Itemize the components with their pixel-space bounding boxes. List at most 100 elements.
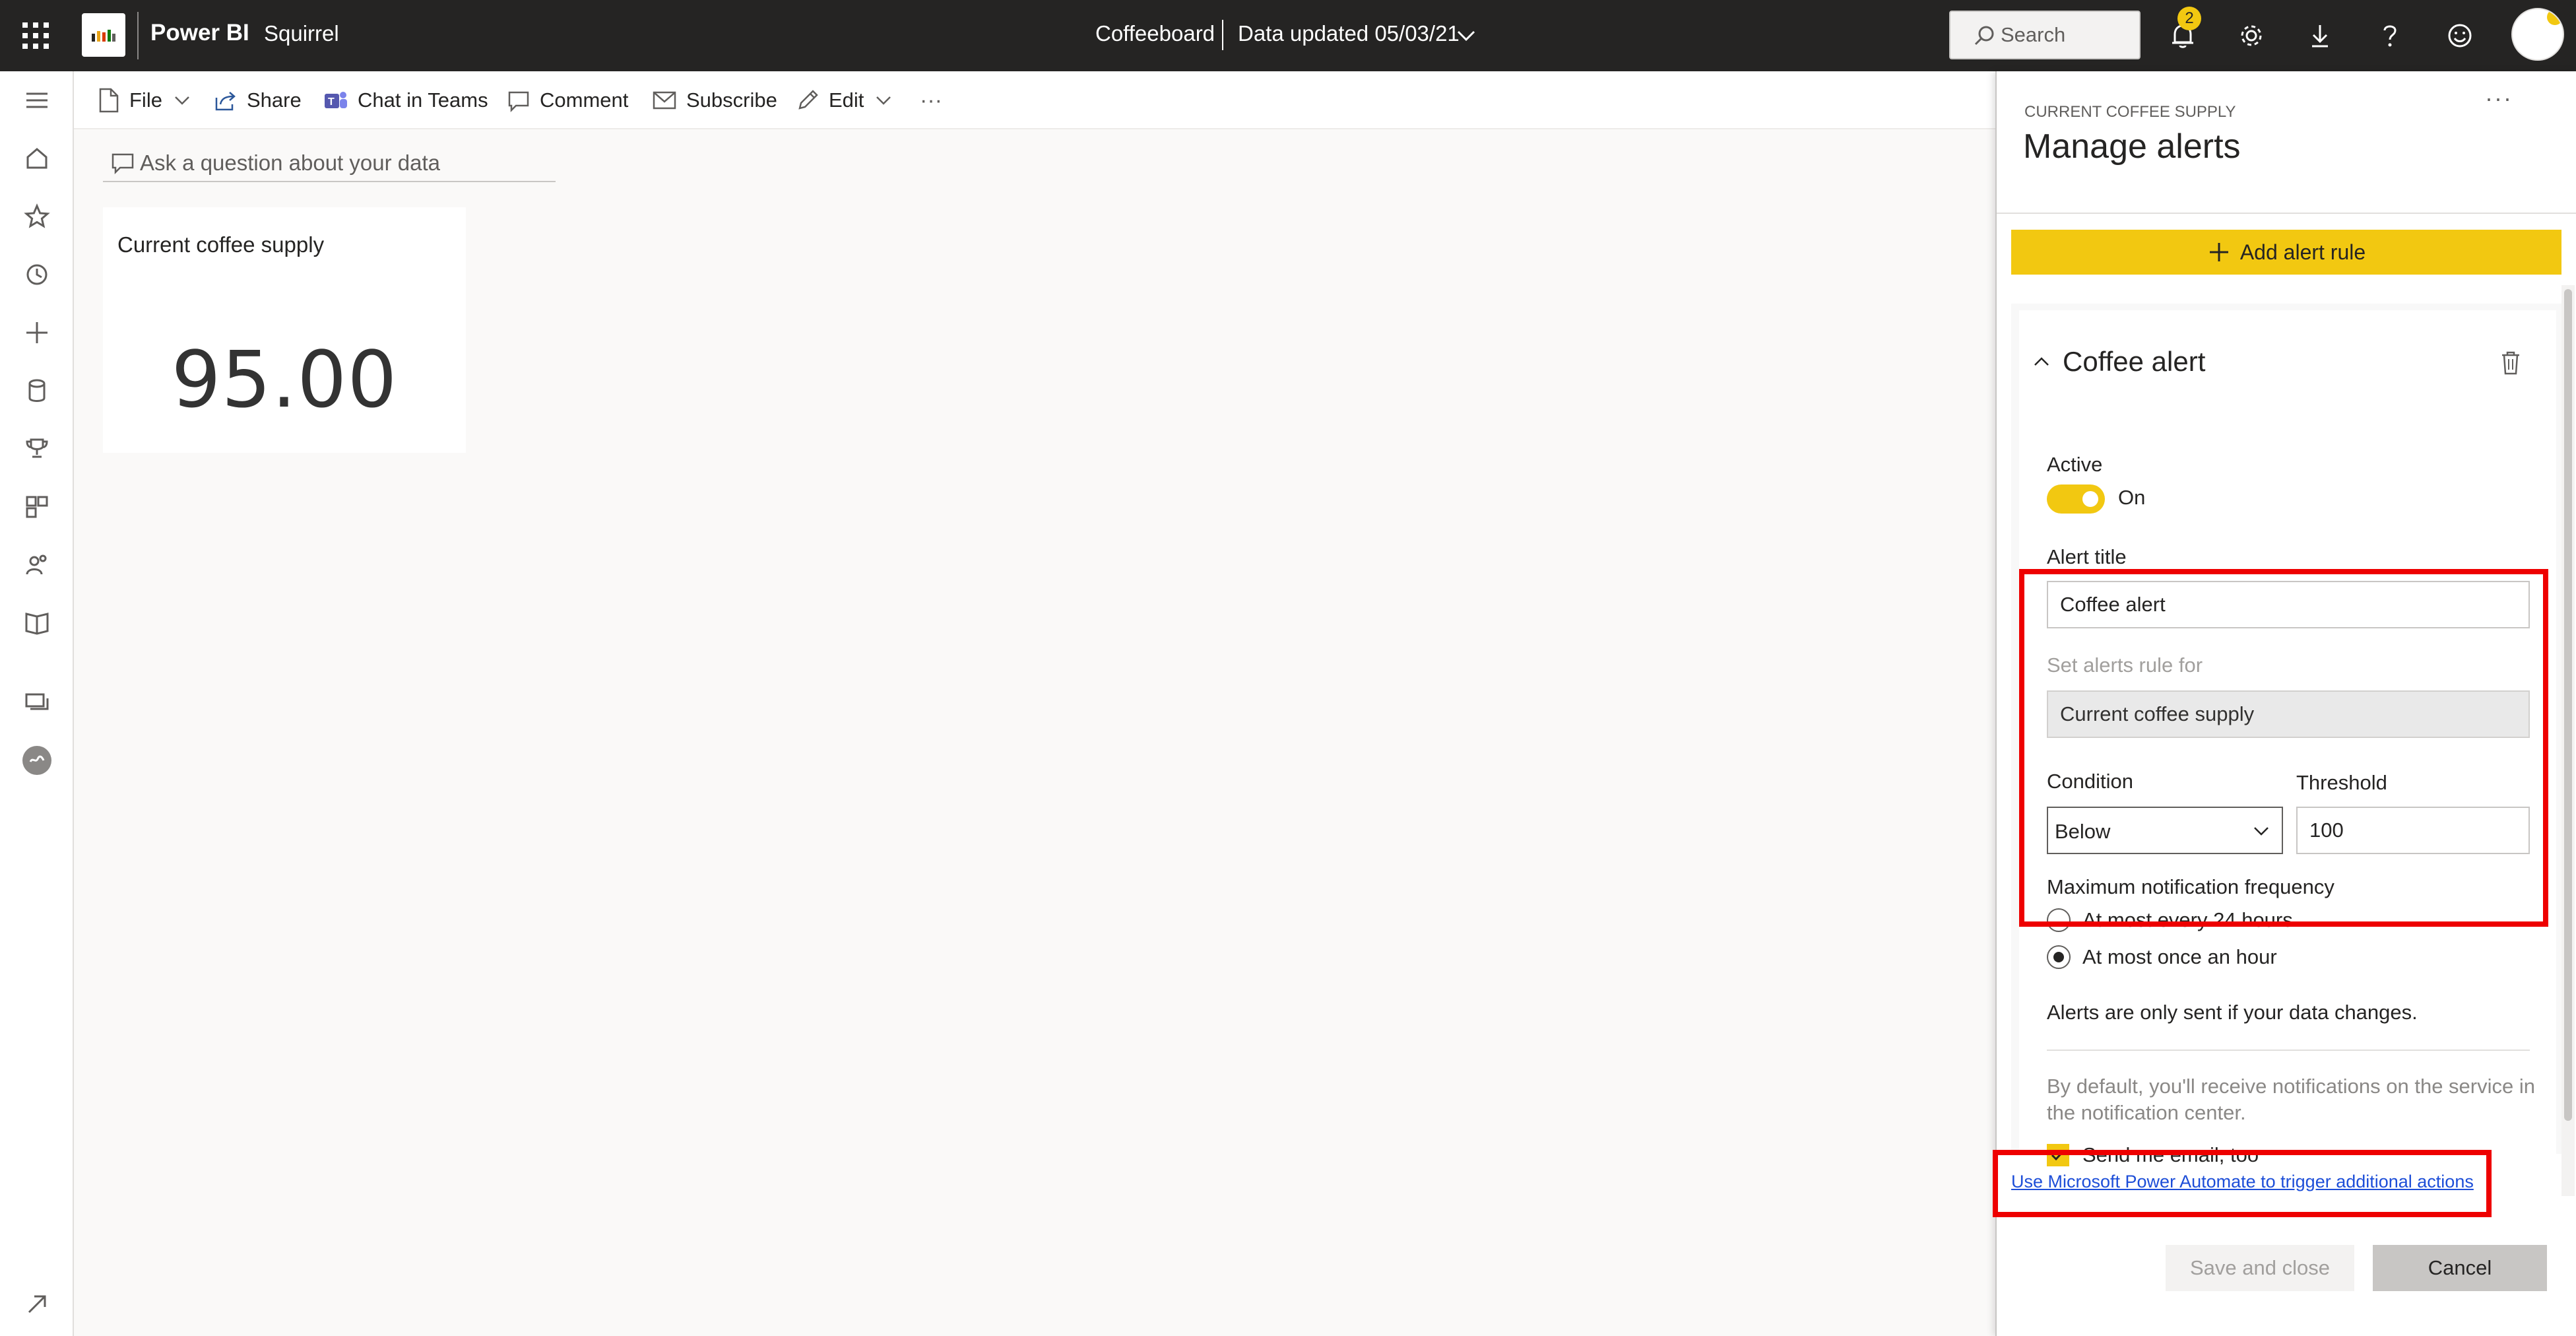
goals-trophy-icon[interactable] <box>21 433 53 465</box>
brand-name[interactable]: Power BI <box>150 20 249 46</box>
plus-icon <box>2209 243 2228 261</box>
notification-count-badge: 2 <box>2177 7 2201 30</box>
question-bubble-icon <box>112 153 134 175</box>
apps-icon[interactable] <box>21 491 53 523</box>
teams-icon: T <box>325 92 347 108</box>
brand-divider <box>137 12 139 59</box>
tile-value: 95.00 <box>171 334 398 425</box>
file-menu[interactable]: File <box>98 84 191 116</box>
threshold-label: Threshold <box>2296 771 2387 794</box>
share-icon <box>215 92 236 111</box>
chat-in-teams-button[interactable]: T Chat in Teams <box>322 84 488 116</box>
report-title: Coffeeboard <box>1095 21 1215 46</box>
frequency-label: Maximum notification frequency <box>2047 875 2334 898</box>
search-box[interactable] <box>1949 11 2141 59</box>
share-button[interactable]: Share <box>214 84 302 116</box>
svg-text:T: T <box>328 96 335 108</box>
file-icon <box>99 88 119 113</box>
checkmark-icon <box>2051 1149 2065 1161</box>
subscribe-button[interactable]: Subscribe <box>652 84 777 116</box>
help-icon[interactable] <box>2373 18 2407 53</box>
comment-label: Comment <box>540 88 629 112</box>
share-label: Share <box>247 88 302 112</box>
search-input[interactable] <box>2001 21 2133 49</box>
title-divider <box>1222 20 1223 50</box>
workspace-squirrel-icon[interactable] <box>21 745 53 776</box>
chat-in-teams-label: Chat in Teams <box>358 88 488 112</box>
alert-title-input[interactable] <box>2047 581 2530 628</box>
condition-value: Below <box>2055 820 2111 843</box>
chevron-down-icon <box>175 96 189 105</box>
chevron-down-icon <box>2254 827 2269 836</box>
save-and-close-button[interactable]: Save and close <box>2166 1245 2354 1291</box>
toggle-state: On <box>2118 486 2146 509</box>
home-icon[interactable] <box>21 143 53 174</box>
more-options-label: ··· <box>920 87 942 113</box>
command-bar: File Share T Chat in Teams Comment Subsc… <box>74 71 1995 129</box>
toggle-knob <box>2082 491 2098 507</box>
workspaces-icon[interactable] <box>21 686 53 718</box>
chevron-down-icon[interactable] <box>1454 24 1478 51</box>
rule-name: Coffee alert <box>2063 346 2206 377</box>
scrollbar-thumb[interactable] <box>2564 289 2572 1121</box>
manage-alerts-pane: ··· CURRENT COFFEE SUPPLY Manage alerts … <box>1995 71 2576 1336</box>
active-label: Active <box>2047 453 2103 476</box>
radio-button-selected[interactable] <box>2047 945 2071 969</box>
expand-arrow-icon[interactable] <box>21 1288 53 1320</box>
power-bi-logo-icon[interactable] <box>82 13 125 57</box>
condition-select[interactable]: Below <box>2047 807 2283 854</box>
hamburger-menu-icon[interactable] <box>21 84 53 116</box>
feedback-smiley-icon[interactable] <box>2443 18 2477 53</box>
edit-menu[interactable]: Edit <box>796 84 893 116</box>
add-alert-rule-label: Add alert rule <box>2239 240 2366 264</box>
subscribe-label: Subscribe <box>686 88 777 112</box>
section-divider <box>2047 1050 2530 1051</box>
more-options-button[interactable]: ··· <box>920 84 942 116</box>
comment-icon <box>508 91 529 112</box>
learn-book-icon[interactable] <box>21 607 53 639</box>
frequency-option-label: At most every 24 hours <box>2082 908 2293 931</box>
frequency-option-hourly[interactable]: At most once an hour <box>2047 945 2277 969</box>
gear-icon[interactable] <box>2234 18 2269 53</box>
radio-button[interactable] <box>2047 908 2071 932</box>
search-icon <box>1974 26 1994 46</box>
set-rule-for-label: Set alerts rule for <box>2047 653 2203 677</box>
pane-subtitle: CURRENT COFFEE SUPPLY <box>2024 103 2236 121</box>
data-change-note: Alerts are only sent if your data change… <box>2047 1001 2418 1024</box>
alert-rule-body: Coffee alert Active On Alert title Set a… <box>2019 310 2556 1166</box>
active-toggle[interactable] <box>2047 484 2105 514</box>
file-label: File <box>129 88 162 112</box>
cancel-button[interactable]: Cancel <box>2373 1245 2547 1291</box>
pane-more-options[interactable]: ··· <box>2485 84 2513 112</box>
frequency-option-label: At most once an hour <box>2082 945 2277 968</box>
qna-box[interactable] <box>103 145 556 182</box>
download-icon[interactable] <box>2303 18 2337 53</box>
pane-divider <box>1997 213 2576 214</box>
add-alert-rule-button[interactable]: Add alert rule <box>2011 230 2561 275</box>
coffee-supply-tile[interactable]: Current coffee supply 95.00 <box>103 207 466 453</box>
recent-clock-icon[interactable] <box>21 259 53 290</box>
top-bar: Power BI Squirrel Coffeeboard Data updat… <box>0 0 2576 71</box>
avatar[interactable] <box>2511 8 2564 61</box>
chevron-down-icon <box>876 96 891 105</box>
qna-input[interactable] <box>140 150 536 176</box>
condition-label: Condition <box>2047 770 2133 793</box>
left-navigation <box>0 71 74 1336</box>
power-automate-link[interactable]: Use Microsoft Power Automate to trigger … <box>1995 1162 2522 1201</box>
default-notification-note: By default, you'll receive notifications… <box>2047 1075 2535 1124</box>
app-launcher-icon[interactable] <box>20 20 51 51</box>
create-plus-icon[interactable] <box>21 317 53 349</box>
frequency-option-24h[interactable]: At most every 24 hours <box>2047 908 2293 932</box>
datasets-cylinder-icon[interactable] <box>21 375 53 407</box>
presence-dot <box>2547 9 2563 25</box>
rule-header[interactable]: Coffee alert <box>2032 346 2205 378</box>
trash-icon[interactable] <box>2498 350 2523 380</box>
shared-with-me-icon[interactable] <box>21 549 53 581</box>
set-rule-for-field <box>2047 690 2530 738</box>
favorites-star-icon[interactable] <box>21 201 53 232</box>
workspace-name[interactable]: Squirrel <box>264 21 339 46</box>
data-updated-label[interactable]: Data updated 05/03/21 <box>1238 21 1460 46</box>
threshold-input[interactable] <box>2296 807 2530 854</box>
comment-button[interactable]: Comment <box>507 84 628 116</box>
mail-icon <box>653 91 676 110</box>
